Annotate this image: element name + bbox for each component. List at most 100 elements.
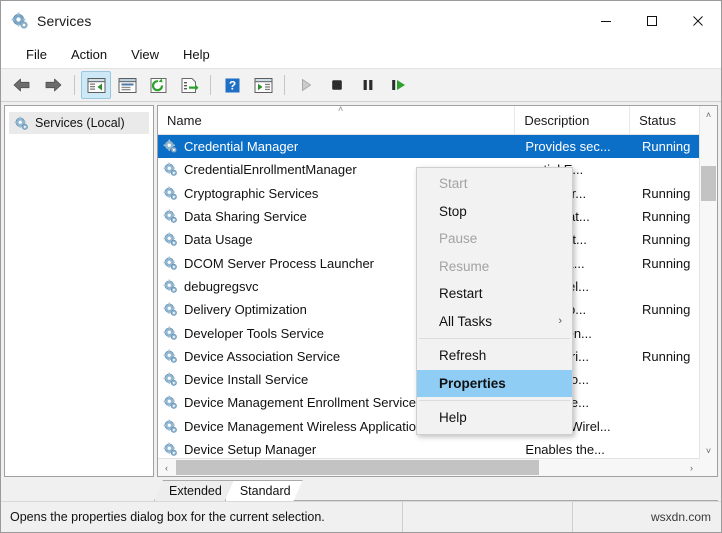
toolbar-refresh-button[interactable] [143, 71, 173, 99]
context-menu-item-all-tasks[interactable]: All Tasks › [417, 308, 572, 336]
services-list-pane: Name ˄ Description Status Credential Man… [157, 105, 718, 477]
sidebar-item-label: Services (Local) [35, 116, 125, 130]
toolbar-restart-service-button[interactable] [384, 71, 414, 99]
toolbar-help-button[interactable]: ? [217, 71, 247, 99]
services-gear-icon [14, 116, 29, 131]
restart-service-icon [390, 77, 408, 93]
toolbar-forward-button[interactable] [38, 71, 68, 99]
toolbar-pause-service-button[interactable] [353, 71, 383, 99]
chevron-right-icon: › [558, 315, 562, 327]
console-tree-pane: Services (Local) [4, 105, 154, 477]
toolbar-show-hide-console-tree-button[interactable] [81, 71, 111, 99]
service-gear-icon [163, 232, 178, 247]
toolbar-separator-1 [74, 75, 75, 95]
service-name-label: Developer Tools Service [184, 326, 324, 341]
tab-standard[interactable]: Standard [225, 480, 303, 501]
context-menu-item-resume: Resume [417, 253, 572, 281]
services-gear-icon [11, 12, 29, 30]
toolbar-start-service-button[interactable] [291, 71, 321, 99]
scroll-right-button[interactable]: › [683, 459, 700, 476]
service-gear-icon [163, 419, 178, 434]
service-name-label: CredentialEnrollmentManager [184, 162, 357, 177]
toolbar-separator-3 [284, 75, 285, 95]
menu-help[interactable]: Help [172, 44, 221, 65]
column-header-status-label: Status [639, 113, 676, 128]
close-button[interactable] [675, 1, 721, 41]
column-header-description[interactable]: Description [515, 106, 630, 134]
horizontal-scrollbar[interactable]: ‹ › [158, 458, 700, 476]
window-title: Services [37, 13, 91, 29]
forward-arrow-icon [43, 77, 63, 93]
context-menu-item-refresh[interactable]: Refresh [417, 342, 572, 370]
menu-bar: File Action View Help [1, 41, 721, 69]
context-menu: Start StopPauseResume Restart All Tasks › Ref… [416, 167, 573, 435]
context-menu-item-help[interactable]: Help [417, 404, 572, 432]
window-controls [583, 1, 721, 41]
context-menu-separator [419, 400, 570, 401]
svg-text:?: ? [228, 78, 235, 92]
service-name-label: Device Install Service [184, 372, 308, 387]
service-gear-icon [163, 139, 178, 154]
context-menu-separator [419, 338, 570, 339]
service-gear-icon [163, 395, 178, 410]
minimize-button[interactable] [583, 1, 629, 41]
context-menu-item-label: Start [439, 176, 468, 191]
toolbar-export-list-button[interactable] [174, 71, 204, 99]
scroll-down-button[interactable]: ˅ [700, 442, 717, 459]
column-header-status[interactable]: Status [630, 106, 708, 134]
service-gear-icon [163, 349, 178, 364]
service-gear-icon [163, 302, 178, 317]
toolbar-properties-button[interactable] [112, 71, 142, 99]
minimize-icon [600, 15, 612, 27]
properties-window-icon [118, 77, 137, 94]
toolbar-stop-service-button[interactable] [322, 71, 352, 99]
toolbar-back-button[interactable] [7, 71, 37, 99]
toolbar: ? [1, 69, 721, 102]
scroll-up-button[interactable]: ˄ [700, 106, 717, 123]
column-header-description-label: Description [524, 113, 589, 128]
service-name-label: DCOM Server Process Launcher [184, 256, 374, 271]
context-menu-item-restart[interactable]: Restart [417, 280, 572, 308]
show-hide-console-tree-icon [87, 77, 106, 94]
list-body: Credential ManagerProvides sec...Running… [158, 135, 717, 476]
menu-action[interactable]: Action [60, 44, 118, 65]
horizontal-scroll-thumb[interactable] [176, 460, 539, 475]
tab-extended-label: Extended [169, 484, 222, 498]
toolbar-show-action-pane-button[interactable] [248, 71, 278, 99]
table-row[interactable]: Credential ManagerProvides sec...Running [158, 135, 717, 158]
service-description-cell: Enables the... [521, 442, 638, 457]
context-menu-item-stop[interactable]: Stop [417, 198, 572, 226]
scroll-left-button[interactable]: ‹ [158, 459, 175, 476]
list-header: Name ˄ Description Status [158, 106, 717, 135]
help-icon: ? [223, 77, 242, 94]
pause-service-icon [360, 77, 376, 93]
service-gear-icon [163, 279, 178, 294]
tab-extended[interactable]: Extended [154, 480, 234, 501]
context-menu-item-label: Restart [439, 286, 483, 301]
service-name-label: Device Management Enrollment Service [184, 395, 416, 410]
context-menu-item-start: Start [417, 170, 572, 198]
vertical-scrollbar[interactable]: ˄ ˅ [699, 106, 717, 459]
view-tabs: Extended Standard [1, 477, 721, 501]
service-name-label: debugregsvc [184, 279, 258, 294]
context-menu-item-properties[interactable]: Properties [417, 370, 572, 398]
refresh-icon [149, 77, 168, 94]
context-menu-item-label: Properties [439, 376, 506, 391]
tab-standard-label: Standard [240, 484, 291, 498]
service-name-label: Device Association Service [184, 349, 340, 364]
context-menu-item-label: Help [439, 410, 467, 425]
service-gear-icon [163, 326, 178, 341]
sort-ascending-icon: ˄ [338, 105, 343, 114]
content-area: Services (Local) Name ˄ Description Stat… [1, 102, 721, 477]
context-menu-item-label: All Tasks [439, 314, 492, 329]
context-menu-item-pause: Pause [417, 225, 572, 253]
service-name-label: Delivery Optimization [184, 302, 307, 317]
column-header-name[interactable]: Name ˄ [158, 106, 515, 134]
sidebar-item-services-local[interactable]: Services (Local) [9, 112, 149, 134]
vertical-scroll-thumb[interactable] [701, 166, 716, 201]
menu-view[interactable]: View [120, 44, 170, 65]
status-message: Opens the properties dialog box for the … [1, 502, 403, 532]
menu-file[interactable]: File [15, 44, 58, 65]
maximize-button[interactable] [629, 1, 675, 41]
service-name-label: Data Sharing Service [184, 209, 307, 224]
